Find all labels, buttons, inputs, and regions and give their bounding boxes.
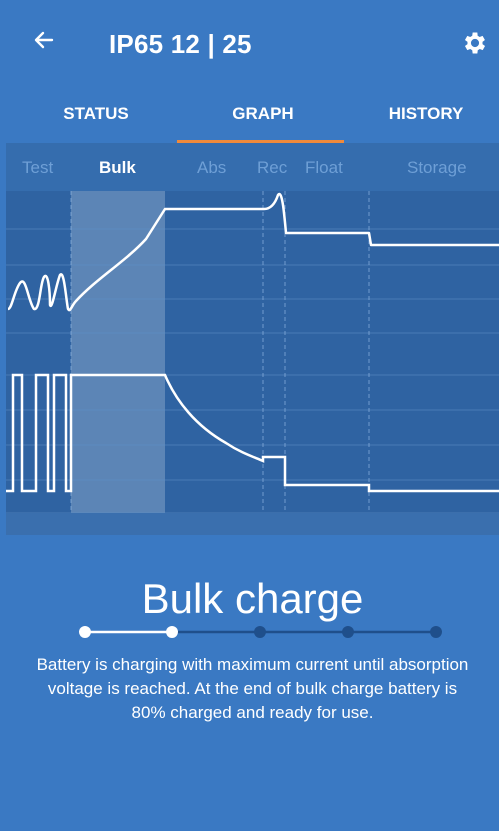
phase-test: Test — [22, 158, 54, 177]
phase-stepper — [79, 626, 442, 638]
stepper-dot-3 — [254, 626, 266, 638]
stepper-dot-2 — [166, 626, 178, 638]
graph-bottom-band — [6, 513, 499, 535]
phase-bar: Test Bulk Abs Rec Float Storage — [6, 143, 499, 191]
phase-abs: Abs — [197, 158, 227, 177]
tab-bar: STATUS GRAPH HISTORY — [6, 88, 499, 142]
phase-float: Float — [305, 158, 343, 177]
phase-title: Bulk charge — [141, 575, 364, 622]
tab-graph[interactable]: GRAPH — [211, 104, 315, 124]
stepper-dot-1 — [79, 626, 91, 638]
page-title: IP65 12 | 25 — [109, 29, 252, 59]
phase-info-panel: Bulk charge Battery is charging with max… — [6, 535, 499, 831]
stepper-dot-5 — [430, 626, 442, 638]
phase-bulk: Bulk — [99, 158, 136, 177]
charge-graph: Test Bulk Abs Rec Float Storage — [6, 143, 499, 535]
stepper-dot-4 — [342, 626, 354, 638]
tab-history[interactable]: HISTORY — [376, 104, 476, 124]
phase-storage: Storage — [407, 158, 467, 177]
tab-status[interactable]: STATUS — [50, 104, 142, 124]
charge-curves — [6, 191, 499, 535]
app-screen: IP65 12 | 25 STATUS GRAPH HISTORY Test B… — [6, 6, 499, 831]
phase-description: Battery is charging with maximum current… — [36, 655, 469, 722]
gear-icon[interactable] — [461, 29, 489, 57]
arrow-left-icon[interactable] — [32, 28, 56, 52]
phase-rec: Rec — [257, 158, 288, 177]
bulk-highlight — [71, 191, 165, 513]
app-bar: IP65 12 | 25 — [6, 6, 499, 88]
